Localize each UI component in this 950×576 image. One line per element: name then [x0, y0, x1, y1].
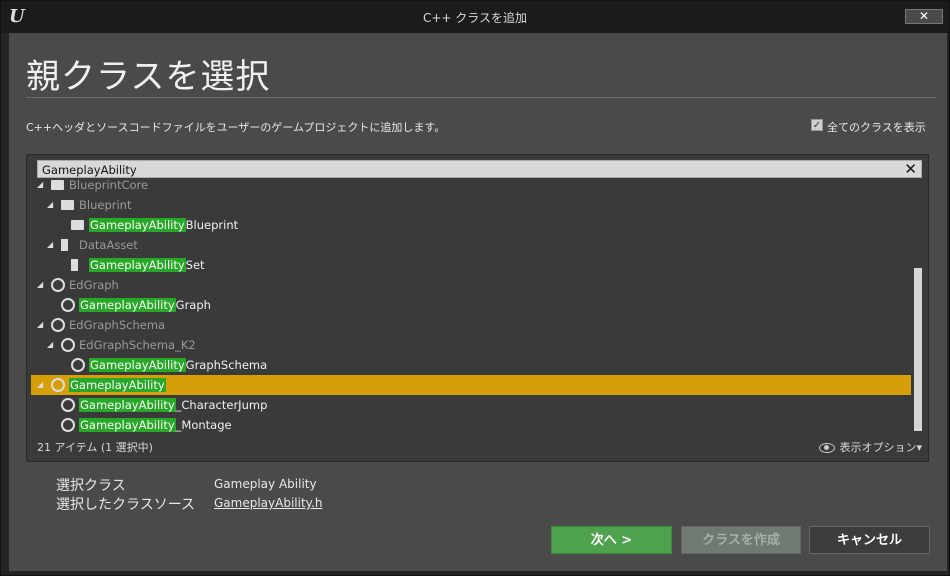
expand-triangle-icon[interactable]: ◢ — [37, 315, 43, 335]
tree-row[interactable]: ◢ Blueprint — [31, 195, 911, 215]
dialog-body: 親クラスを選択 C++ヘッダとソースコードファイルをユーザーのゲームプロジェクト… — [9, 33, 947, 571]
tree-row-label: GameplayAbility — [69, 375, 166, 395]
tree-row[interactable]: ◢ DataAsset — [31, 235, 911, 255]
tree-row-label: GameplayAbility_Montage — [79, 418, 232, 432]
class-circle-icon — [71, 358, 85, 372]
tree-row[interactable]: ◢ EdGraphSchema_K2 — [31, 335, 911, 355]
tree-row-label: EdGraphSchema_K2 — [79, 338, 196, 352]
eye-icon — [819, 443, 836, 453]
tree-row-label: EdGraph — [69, 278, 119, 292]
tree-row-label: GameplayAbilityGraphSchema — [89, 358, 268, 372]
expand-triangle-icon[interactable]: ◢ — [47, 235, 53, 255]
search-match-highlight: GameplayAbility — [69, 378, 166, 392]
tree-row[interactable]: GameplayAbilitySet — [31, 255, 911, 275]
tree-row[interactable]: GameplayAbility_Montage — [31, 415, 911, 432]
search-match-highlight: GameplayAbility — [79, 298, 176, 312]
selected-source-label: 選択したクラスソース — [56, 497, 196, 513]
next-button[interactable]: 次へ > — [551, 526, 672, 554]
selected-class-value: Gameplay Ability — [214, 477, 317, 491]
show-all-classes-checkbox[interactable]: ✓ — [811, 119, 823, 131]
class-circle-icon — [61, 398, 75, 412]
tree-row[interactable]: GameplayAbilityBlueprint — [31, 215, 911, 235]
create-class-button[interactable]: クラスを作成 — [681, 526, 801, 554]
title-bar[interactable]: U C++ クラスを追加 ✕ — [1, 1, 949, 33]
tree-row[interactable]: GameplayAbilityGraphSchema — [31, 355, 911, 375]
view-options-button[interactable]: 表示オプション▾ — [819, 439, 922, 455]
page-title: 親クラスを選択 — [26, 57, 271, 97]
selected-class-label: 選択クラス — [56, 478, 126, 494]
class-circle-icon — [61, 338, 75, 352]
data-asset-icon — [61, 239, 68, 251]
item-count: 21 アイテム (1 選択中) — [37, 441, 153, 454]
tree-row[interactable]: ◢ EdGraph — [31, 275, 911, 295]
class-tree: ◢ BlueprintCore ◢ Blueprint GameplayAbilityB… — [27, 180, 912, 432]
book-icon — [71, 220, 84, 230]
search-match-highlight: GameplayAbility — [89, 358, 186, 372]
tree-row-label: GameplayAbilityGraph — [79, 298, 211, 312]
cancel-button[interactable]: キャンセル — [809, 526, 930, 554]
add-cpp-class-dialog: U C++ クラスを追加 ✕ 親クラスを選択 C++ヘッダとソースコードファイル… — [0, 0, 950, 576]
search-match-highlight: GameplayAbility — [89, 258, 186, 272]
tree-row-label: GameplayAbilitySet — [89, 258, 205, 272]
expand-triangle-icon[interactable]: ◢ — [37, 275, 43, 295]
close-button[interactable]: ✕ — [905, 9, 943, 24]
tree-row[interactable]: ◢ GameplayAbility — [31, 375, 911, 395]
tree-row-label: Blueprint — [79, 198, 132, 212]
class-picker-panel: GameplayAbility ✕ ◢ BlueprintCore ◢ Bluepri… — [26, 154, 929, 462]
class-circle-icon — [61, 298, 75, 312]
description-text: C++ヘッダとソースコードファイルをユーザーのゲームプロジェクトに追加します。 — [26, 121, 446, 134]
expand-triangle-icon[interactable]: ◢ — [47, 335, 53, 355]
class-search-input[interactable]: GameplayAbility ✕ — [37, 160, 922, 178]
search-match-highlight: GameplayAbility — [79, 418, 176, 432]
show-all-classes-label[interactable]: 全てのクラスを表示 — [827, 119, 926, 135]
tree-row[interactable]: ◢ BlueprintCore — [31, 180, 911, 195]
divider — [26, 97, 936, 98]
window-title: C++ クラスを追加 — [422, 11, 528, 25]
class-circle-icon — [51, 278, 65, 292]
tree-row-label: BlueprintCore — [69, 180, 149, 192]
book-icon — [51, 180, 64, 190]
tree-row-label: GameplayAbility_CharacterJump — [79, 398, 268, 412]
search-match-highlight: GameplayAbility — [79, 398, 176, 412]
expand-triangle-icon[interactable]: ◢ — [37, 180, 43, 195]
class-circle-icon — [51, 318, 65, 332]
data-asset-icon — [71, 259, 78, 271]
tree-row-label: GameplayAbilityBlueprint — [89, 218, 239, 232]
clear-search-icon[interactable]: ✕ — [904, 160, 917, 178]
search-value: GameplayAbility — [42, 163, 137, 177]
selected-source-link[interactable]: GameplayAbility.h — [214, 496, 322, 510]
expand-triangle-icon[interactable]: ◢ — [37, 375, 43, 395]
expand-triangle-icon[interactable]: ◢ — [47, 195, 53, 215]
view-options-label: 表示オプション▾ — [839, 441, 922, 454]
scrollbar-thumb[interactable] — [914, 268, 922, 431]
tree-row[interactable]: ◢ EdGraphSchema — [31, 315, 911, 335]
search-match-highlight: GameplayAbility — [89, 218, 186, 232]
book-icon — [61, 200, 74, 210]
tree-row-label: DataAsset — [79, 238, 138, 252]
tree-row[interactable]: GameplayAbilityGraph — [31, 295, 911, 315]
class-circle-icon — [61, 418, 75, 432]
tree-row[interactable]: GameplayAbility_CharacterJump — [31, 395, 911, 415]
tree-row-label: EdGraphSchema — [69, 318, 166, 332]
class-circle-icon — [51, 378, 65, 392]
